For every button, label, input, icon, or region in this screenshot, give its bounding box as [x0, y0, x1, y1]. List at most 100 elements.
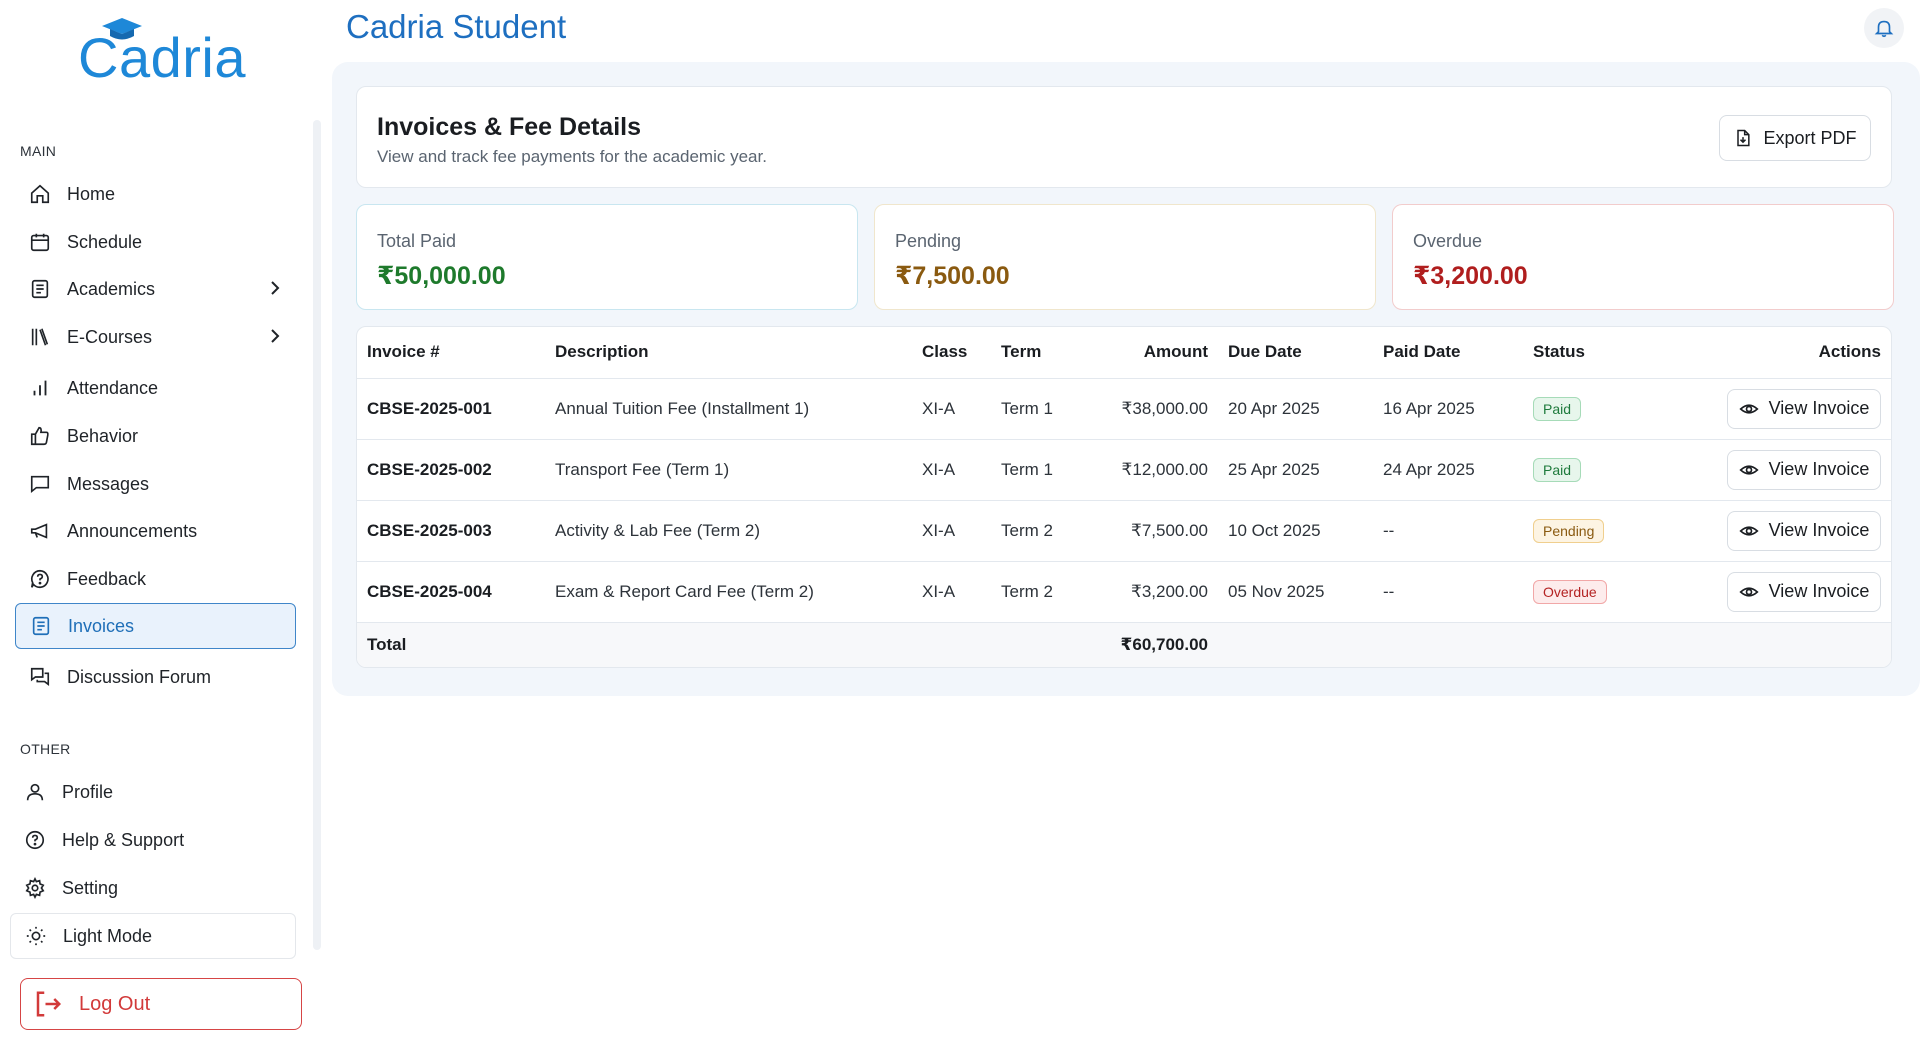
invoice-number: CBSE-2025-004	[357, 561, 545, 623]
actions-cell: View Invoice	[1703, 561, 1891, 623]
invoice-number: CBSE-2025-001	[357, 378, 545, 440]
empty-cell	[991, 622, 1101, 667]
sidebar-item-home[interactable]: Home	[15, 171, 296, 217]
theme-toggle-light-mode[interactable]: Light Mode	[10, 913, 296, 959]
invoice-paid-date: --	[1373, 500, 1523, 562]
sidebar-item-label: Invoices	[68, 615, 135, 636]
table-header-row: Invoice # Description Class Term Amount …	[357, 327, 1891, 379]
column-header-class: Class	[912, 327, 991, 379]
invoice-due-date: 05 Nov 2025	[1218, 561, 1373, 623]
logo-text: Cadria	[78, 25, 246, 89]
sidebar-item-label: Light Mode	[63, 925, 153, 946]
cadria-logo[interactable]: Cadria	[78, 18, 246, 92]
invoice-description: Exam & Report Card Fee (Term 2)	[545, 561, 912, 623]
logout-button[interactable]: Log Out	[20, 978, 302, 1030]
column-header-term: Term	[991, 327, 1101, 379]
invoice-term: Term 2	[991, 561, 1101, 623]
invoice-class: XI-A	[912, 378, 991, 440]
empty-cell	[1373, 622, 1523, 667]
stat-label: Pending	[895, 231, 962, 251]
empty-cell	[912, 622, 991, 667]
chevron-right-icon	[268, 279, 282, 302]
empty-cell	[1703, 622, 1891, 667]
gear-icon	[22, 875, 48, 901]
stat-card-pending: Pending ₹7,500.00	[874, 204, 1376, 310]
sidebar-item-label: Messages	[67, 473, 150, 494]
invoice-number: CBSE-2025-002	[357, 439, 545, 501]
sidebar-item-invoices[interactable]: Invoices	[15, 603, 296, 649]
view-invoice-label: View Invoice	[1768, 581, 1870, 601]
export-pdf-button[interactable]: Export PDF	[1719, 115, 1871, 161]
invoice-paid-date: 16 Apr 2025	[1373, 378, 1523, 440]
status-cell: Overdue	[1523, 561, 1703, 623]
actions-cell: View Invoice	[1703, 500, 1891, 562]
eye-icon	[1739, 582, 1759, 602]
sidebar-item-messages[interactable]: Messages	[15, 461, 296, 507]
eye-icon	[1739, 460, 1759, 480]
actions-cell: View Invoice	[1703, 439, 1891, 501]
app-title: Cadria Student	[346, 8, 567, 45]
column-header-description: Description	[545, 327, 912, 379]
sidebar-item-discussion-forum[interactable]: Discussion Forum	[15, 654, 296, 700]
invoice-term: Term 1	[991, 378, 1101, 440]
total-label: Total	[357, 622, 545, 667]
view-invoice-label: View Invoice	[1768, 520, 1870, 540]
table-row: CBSE-2025-004 Exam & Report Card Fee (Te…	[357, 561, 1891, 623]
stat-value: ₹50,000.00	[377, 262, 506, 290]
stat-card-total-paid: Total Paid ₹50,000.00	[356, 204, 858, 310]
library-icon	[27, 324, 53, 350]
sidebar: Cadria MAIN Home Schedule Academics E-Co…	[0, 0, 310, 1038]
section-label-main: MAIN	[20, 143, 57, 159]
notifications-button[interactable]	[1864, 8, 1904, 48]
table-row: CBSE-2025-002 Transport Fee (Term 1) XI-…	[357, 439, 1891, 501]
sidebar-item-attendance[interactable]: Attendance	[15, 365, 296, 411]
page-title: Invoices & Fee Details	[377, 113, 642, 141]
invoice-amount: ₹3,200.00	[1101, 561, 1218, 623]
sidebar-item-feedback[interactable]: Feedback	[15, 556, 296, 602]
view-invoice-button[interactable]: View Invoice	[1727, 510, 1881, 551]
sidebar-item-academics[interactable]: Academics	[15, 266, 296, 312]
invoice-term: Term 1	[991, 439, 1101, 501]
main-content: Invoices & Fee Details View and track fe…	[332, 62, 1920, 696]
stat-value: ₹7,500.00	[895, 262, 1010, 290]
column-header-status: Status	[1523, 327, 1703, 379]
logout-label: Log Out	[79, 992, 151, 1015]
sidebar-item-announcements[interactable]: Announcements	[15, 508, 296, 554]
empty-cell	[1218, 622, 1373, 667]
column-header-actions: Actions	[1703, 327, 1891, 379]
stat-card-overdue: Overdue ₹3,200.00	[1392, 204, 1894, 310]
eye-icon	[1739, 521, 1759, 541]
view-invoice-button[interactable]: View Invoice	[1727, 449, 1881, 490]
stat-label: Total Paid	[377, 231, 457, 251]
stat-value: ₹3,200.00	[1413, 262, 1528, 290]
sidebar-scrollbar[interactable]	[313, 120, 321, 950]
sidebar-item-schedule[interactable]: Schedule	[15, 219, 296, 265]
empty-cell	[1523, 622, 1703, 667]
export-pdf-label: Export PDF	[1763, 127, 1857, 148]
invoice-icon	[28, 613, 54, 639]
view-invoice-button[interactable]: View Invoice	[1727, 571, 1881, 612]
sidebar-item-e-courses[interactable]: E-Courses	[15, 314, 296, 360]
sidebar-item-label: Home	[67, 183, 116, 204]
column-header-invoice: Invoice #	[357, 327, 545, 379]
question-icon	[22, 827, 48, 853]
section-label-other: OTHER	[20, 741, 71, 757]
sidebar-item-setting[interactable]: Setting	[10, 865, 291, 911]
view-invoice-button[interactable]: View Invoice	[1727, 388, 1881, 429]
invoice-class: XI-A	[912, 500, 991, 562]
invoice-term: Term 2	[991, 500, 1101, 562]
sidebar-item-profile[interactable]: Profile	[10, 769, 291, 815]
message-icon	[27, 471, 53, 497]
home-icon	[27, 181, 53, 207]
sidebar-item-label: Profile	[62, 781, 114, 802]
sidebar-item-label: Feedback	[67, 568, 147, 589]
sidebar-item-behavior[interactable]: Behavior	[15, 413, 296, 459]
invoice-table: Invoice # Description Class Term Amount …	[357, 327, 1891, 667]
invoice-amount: ₹12,000.00	[1101, 439, 1218, 501]
invoice-description: Annual Tuition Fee (Installment 1)	[545, 378, 912, 440]
invoice-description: Activity & Lab Fee (Term 2)	[545, 500, 912, 562]
invoice-due-date: 20 Apr 2025	[1218, 378, 1373, 440]
bar-chart-icon	[27, 375, 53, 401]
table-row: CBSE-2025-001 Annual Tuition Fee (Instal…	[357, 378, 1891, 440]
sidebar-item-help-support[interactable]: Help & Support	[10, 817, 291, 863]
